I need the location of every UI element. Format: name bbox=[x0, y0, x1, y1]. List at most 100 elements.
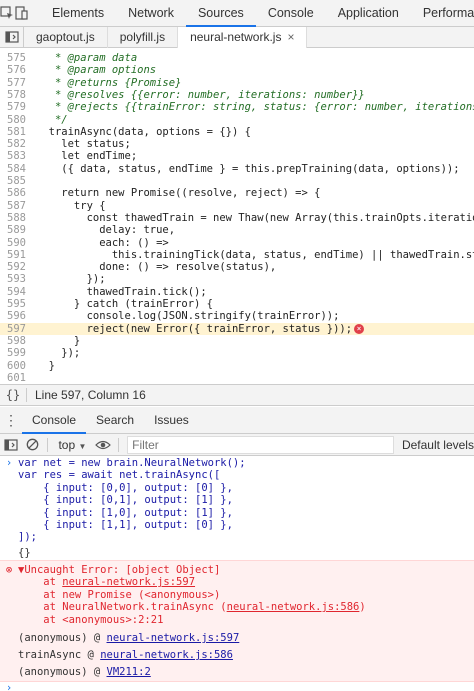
code-text: delay: true, bbox=[36, 224, 176, 237]
line-number[interactable]: 584 bbox=[0, 163, 36, 175]
code-line[interactable]: 580 */ bbox=[0, 114, 474, 126]
cursor-position: Line 597, Column 16 bbox=[35, 388, 146, 402]
line-number[interactable]: 599 bbox=[0, 347, 36, 359]
code-line[interactable]: 586 return new Promise((resolve, reject)… bbox=[0, 187, 474, 199]
device-toolbar-icon[interactable] bbox=[14, 0, 28, 27]
log-levels-dropdown[interactable]: Default levels bbox=[402, 438, 474, 452]
toggle-navigator-icon[interactable] bbox=[0, 26, 24, 48]
code-line[interactable]: 584 ({ data, status, endTime } = this.pr… bbox=[0, 163, 474, 175]
code-line[interactable]: 577 * @returns {Promise} bbox=[0, 77, 474, 89]
console-filter-input[interactable] bbox=[127, 435, 394, 454]
stack-source-link[interactable]: neural-network.js:586 bbox=[227, 601, 360, 613]
eye-icon[interactable] bbox=[92, 434, 114, 456]
code-line[interactable]: 588 const thawedTrain = new Thaw(new Arr… bbox=[0, 212, 474, 224]
tab-elements[interactable]: Elements bbox=[40, 0, 116, 27]
toolbar-divider bbox=[47, 437, 49, 452]
code-line[interactable]: 591 this.trainingTick(data, status, endT… bbox=[0, 249, 474, 261]
drawer-tab-issues[interactable]: Issues bbox=[144, 407, 199, 434]
pretty-print-icon[interactable]: {} bbox=[0, 388, 26, 402]
line-number[interactable]: 596 bbox=[0, 310, 36, 322]
line-number[interactable]: 591 bbox=[0, 249, 36, 261]
code-text: */ bbox=[36, 113, 68, 126]
tab-performance[interactable]: Performance bbox=[411, 0, 474, 27]
line-number[interactable]: 587 bbox=[0, 200, 36, 212]
line-number[interactable]: 589 bbox=[0, 224, 36, 236]
tab-application[interactable]: Application bbox=[326, 0, 411, 27]
code-line[interactable]: 592 done: () => resolve(status), bbox=[0, 261, 474, 273]
line-number[interactable]: 592 bbox=[0, 261, 36, 273]
console-prompt-line[interactable]: › bbox=[0, 682, 474, 691]
line-number[interactable]: 576 bbox=[0, 64, 36, 76]
file-tab-neural-network[interactable]: neural-network.js × bbox=[178, 26, 308, 48]
code-line[interactable]: 596 console.log(JSON.stringify(trainErro… bbox=[0, 310, 474, 322]
line-number[interactable]: 578 bbox=[0, 89, 36, 101]
code-text: trainAsync(data, options = {}) { bbox=[36, 125, 251, 138]
frame-at: @ bbox=[87, 632, 107, 644]
drawer-menu-icon[interactable]: ⋮ bbox=[0, 412, 22, 429]
code-line[interactable]: 590 each: () => bbox=[0, 237, 474, 249]
file-tab-bar: gaoptout.js polyfill.js neural-network.j… bbox=[0, 26, 474, 48]
code-line[interactable]: 579 * @rejects {{trainError: string, sta… bbox=[0, 101, 474, 113]
code-line[interactable]: 587 try { bbox=[0, 200, 474, 212]
context-selector[interactable]: top ▼ bbox=[52, 438, 92, 452]
inspect-element-icon[interactable] bbox=[0, 0, 14, 27]
code-text: }); bbox=[36, 273, 106, 286]
line-number[interactable]: 590 bbox=[0, 237, 36, 249]
line-number[interactable]: 582 bbox=[0, 138, 36, 150]
line-number[interactable]: 601 bbox=[0, 372, 36, 383]
frame-source-link[interactable]: neural-network.js:597 bbox=[107, 632, 240, 644]
tab-sources[interactable]: Sources bbox=[185, 0, 256, 27]
code-line[interactable]: 599 }); bbox=[0, 347, 474, 359]
code-line[interactable]: 600 } bbox=[0, 360, 474, 372]
line-number[interactable]: 585 bbox=[0, 175, 36, 187]
line-number[interactable]: 600 bbox=[0, 360, 36, 372]
tab-network[interactable]: Network bbox=[116, 0, 186, 27]
code-line[interactable]: 585 bbox=[0, 175, 474, 187]
drawer-tab-console[interactable]: Console bbox=[22, 407, 87, 434]
line-number[interactable]: 597 bbox=[0, 323, 36, 335]
code-line[interactable]: 589 delay: true, bbox=[0, 224, 474, 236]
line-number[interactable]: 586 bbox=[0, 187, 36, 199]
code-line[interactable]: 598 } bbox=[0, 335, 474, 347]
error-marker-icon[interactable]: × bbox=[354, 323, 365, 334]
line-number[interactable]: 579 bbox=[0, 101, 36, 113]
code-line[interactable]: 601 bbox=[0, 372, 474, 383]
code-text: let status; bbox=[36, 138, 131, 151]
code-line[interactable]: 594 thawedTrain.tick(); bbox=[0, 286, 474, 298]
frame-source-link[interactable]: neural-network.js:586 bbox=[100, 649, 233, 661]
code-editor[interactable]: 575 * @param data 576 * @param options 577… bbox=[0, 49, 474, 383]
code-line[interactable]: 583 let endTime; bbox=[0, 150, 474, 162]
console-input-line: { input: [0,1], output: [1] }, bbox=[0, 494, 474, 506]
line-number[interactable]: 575 bbox=[0, 52, 36, 64]
error-stack-line: at <anonymous>:2:21 bbox=[0, 614, 474, 626]
code-line[interactable]: 575 * @param data bbox=[0, 52, 474, 64]
code-line[interactable]: 595 } catch (trainError) { bbox=[0, 298, 474, 310]
frame-source-link[interactable]: VM211:2 bbox=[107, 666, 151, 678]
line-number[interactable]: 583 bbox=[0, 150, 36, 162]
code-line[interactable]: 593 }); bbox=[0, 273, 474, 285]
clear-console-icon[interactable] bbox=[22, 434, 44, 456]
drawer-tab-search[interactable]: Search bbox=[86, 407, 144, 434]
line-number[interactable]: 593 bbox=[0, 273, 36, 285]
line-number[interactable]: 588 bbox=[0, 212, 36, 224]
file-tab-polyfill[interactable]: polyfill.js bbox=[108, 26, 179, 48]
stack-source-link[interactable]: neural-network.js:597 bbox=[62, 576, 195, 588]
chevron-down-icon: ▼ bbox=[78, 441, 87, 451]
line-number[interactable]: 577 bbox=[0, 77, 36, 89]
line-number[interactable]: 581 bbox=[0, 126, 36, 138]
file-tab-gaoptout[interactable]: gaoptout.js bbox=[24, 26, 108, 48]
console-prompt-icon: › bbox=[5, 682, 13, 691]
console-input-line: › var net = new brain.NeuralNetwork(); bbox=[0, 457, 474, 469]
tab-console[interactable]: Console bbox=[256, 0, 326, 27]
show-sidebar-icon[interactable] bbox=[0, 434, 22, 456]
close-icon[interactable]: × bbox=[287, 30, 294, 44]
line-number[interactable]: 595 bbox=[0, 298, 36, 310]
code-line[interactable]: 597 reject(new Error({ trainError, statu… bbox=[0, 322, 474, 335]
code-line[interactable]: 578 * @resolves {{error: number, iterati… bbox=[0, 89, 474, 101]
code-line[interactable]: 576 * @param options bbox=[0, 64, 474, 76]
code-line[interactable]: 581 trainAsync(data, options = {}) { bbox=[0, 126, 474, 138]
code-line[interactable]: 582 let status; bbox=[0, 138, 474, 150]
line-number[interactable]: 580 bbox=[0, 114, 36, 126]
line-number[interactable]: 594 bbox=[0, 286, 36, 298]
line-number[interactable]: 598 bbox=[0, 335, 36, 347]
